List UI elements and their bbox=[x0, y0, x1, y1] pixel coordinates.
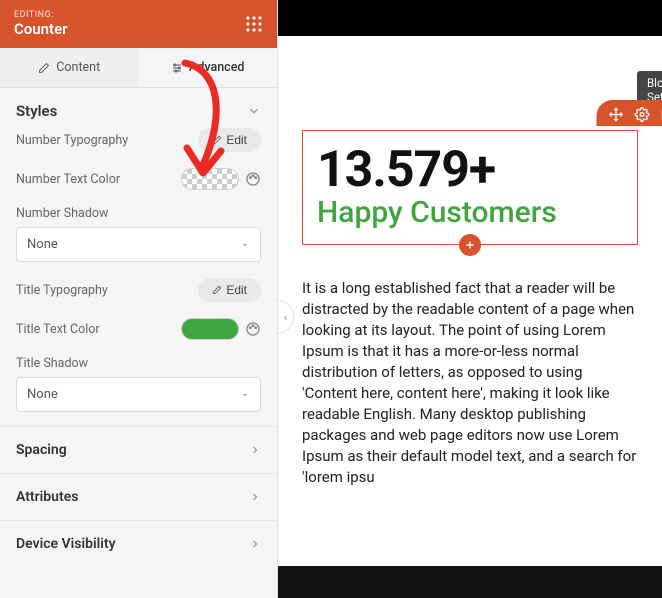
add-block-button[interactable] bbox=[459, 234, 481, 256]
plus-icon bbox=[464, 239, 476, 251]
number-typography-label: Number Typography bbox=[16, 133, 198, 148]
title-text-color-row: Title Text Color bbox=[16, 310, 261, 348]
number-typography-row: Number Typography Edit bbox=[16, 120, 261, 160]
title-text-color-swatch[interactable] bbox=[181, 318, 239, 340]
chevron-right-icon bbox=[249, 491, 261, 503]
editing-label: EDITING: bbox=[14, 10, 68, 20]
number-shadow-select[interactable]: None bbox=[16, 227, 261, 262]
tab-advanced[interactable]: Advanced bbox=[139, 48, 278, 87]
editing-title: Counter bbox=[14, 20, 68, 38]
preview-bottom-bar bbox=[278, 566, 662, 598]
chevron-right-icon bbox=[249, 538, 261, 550]
pencil-icon bbox=[38, 62, 50, 74]
settings-sidebar: EDITING: Counter Content Advanced Styles… bbox=[0, 0, 278, 598]
palette-icon[interactable] bbox=[245, 171, 261, 187]
number-text-color-swatch[interactable] bbox=[181, 168, 239, 190]
preview-top-bar bbox=[278, 0, 662, 36]
counter-number: 13.579+ bbox=[317, 141, 623, 199]
title-shadow-select[interactable]: None bbox=[16, 377, 261, 412]
preview-body-text: It is a long established fact that a rea… bbox=[302, 278, 638, 488]
title-typography-row: Title Typography Edit bbox=[16, 270, 261, 310]
title-shadow-label: Title Shadow bbox=[16, 356, 261, 371]
chevron-right-icon bbox=[249, 444, 261, 456]
number-shadow-label: Number Shadow bbox=[16, 206, 261, 221]
block-toolbar bbox=[597, 100, 662, 126]
preview-canvas: ‹ Block Settings 13.579+ Happy Customers… bbox=[278, 0, 662, 598]
grid-icon[interactable] bbox=[245, 15, 263, 33]
gear-icon[interactable] bbox=[635, 107, 650, 122]
pencil-icon bbox=[212, 285, 222, 295]
number-text-color-row: Number Text Color bbox=[16, 160, 261, 198]
tab-content[interactable]: Content bbox=[0, 48, 139, 87]
pencil-icon bbox=[212, 135, 222, 145]
counter-block[interactable]: 13.579+ Happy Customers bbox=[302, 130, 638, 245]
attributes-section[interactable]: Attributes bbox=[0, 473, 277, 520]
number-shadow-row: Number Shadow None bbox=[16, 198, 261, 270]
panel-header: EDITING: Counter bbox=[0, 0, 277, 48]
styles-section: Styles Number Typography Edit Number Tex… bbox=[0, 88, 277, 426]
device-visibility-section[interactable]: Device Visibility bbox=[0, 520, 277, 567]
caret-down-icon bbox=[240, 390, 250, 400]
styles-header[interactable]: Styles bbox=[16, 102, 261, 120]
palette-icon[interactable] bbox=[245, 321, 261, 337]
number-text-color-label: Number Text Color bbox=[16, 172, 181, 187]
styles-title: Styles bbox=[16, 102, 57, 120]
title-typography-label: Title Typography bbox=[16, 283, 198, 298]
title-text-color-label: Title Text Color bbox=[16, 322, 181, 337]
move-icon[interactable] bbox=[609, 107, 624, 122]
title-typography-edit-button[interactable]: Edit bbox=[198, 278, 261, 302]
caret-down-icon bbox=[240, 240, 250, 250]
collapse-sidebar-button[interactable]: ‹ bbox=[278, 300, 294, 334]
panel-tabs: Content Advanced bbox=[0, 48, 277, 88]
spacing-section[interactable]: Spacing bbox=[0, 426, 277, 473]
title-shadow-row: Title Shadow None bbox=[16, 348, 261, 420]
sliders-icon bbox=[171, 62, 183, 74]
number-typography-edit-button[interactable]: Edit bbox=[198, 128, 261, 152]
counter-title: Happy Customers bbox=[317, 195, 623, 230]
chevron-down-icon bbox=[247, 104, 261, 118]
panel-header-text: EDITING: Counter bbox=[14, 10, 68, 38]
